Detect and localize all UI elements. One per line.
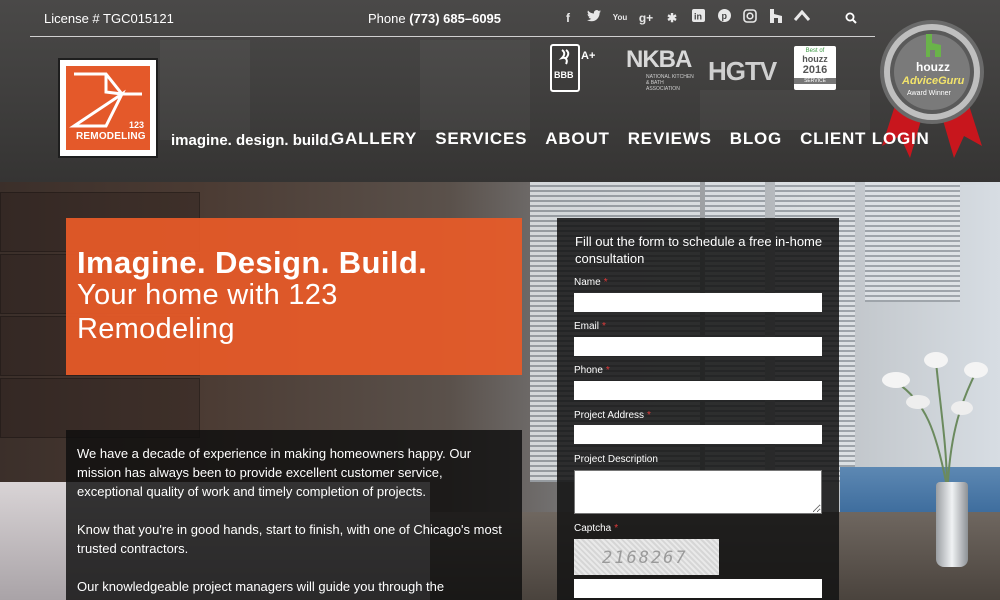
tagline: imagine. design. build. bbox=[171, 132, 333, 149]
bbb-rating: A+ bbox=[581, 50, 596, 62]
facebook-icon[interactable]: f bbox=[558, 9, 578, 27]
instagram-icon[interactable] bbox=[740, 9, 760, 27]
flower-decoration bbox=[882, 352, 988, 482]
nav-services[interactable]: SERVICES bbox=[435, 129, 527, 149]
hero-headline-box: Imagine. Design. Build. Your home with 1… bbox=[66, 218, 522, 375]
award-title: AdviceGuru bbox=[902, 75, 965, 87]
required-mark: * bbox=[603, 277, 608, 288]
project-address-label: Project Address * bbox=[574, 410, 651, 421]
required-mark: * bbox=[614, 523, 619, 534]
captcha-label-text: Captcha bbox=[574, 523, 612, 534]
project-address-field[interactable] bbox=[574, 425, 822, 444]
nkba-logo[interactable]: NKBA bbox=[626, 46, 692, 74]
svg-text:p: p bbox=[721, 11, 727, 21]
project-description-field[interactable] bbox=[574, 470, 822, 514]
nav-about[interactable]: ABOUT bbox=[545, 129, 609, 149]
form-intro: Fill out the form to schedule a free in-… bbox=[575, 234, 823, 266]
name-label-text: Name bbox=[574, 277, 601, 288]
email-field[interactable] bbox=[574, 337, 822, 356]
award-subtitle: Award Winner bbox=[907, 90, 951, 97]
hero-headline: Imagine. Design. Build. bbox=[77, 245, 428, 280]
pinterest-icon[interactable]: p bbox=[714, 9, 734, 27]
captcha-label: Captcha * bbox=[574, 523, 618, 534]
houzz-service-label: SERVICE bbox=[794, 78, 836, 84]
phone-number[interactable]: (773) 685–6095 bbox=[409, 11, 501, 26]
top-bar: License # TGC015121 Phone (773) 685–6095… bbox=[30, 0, 875, 37]
linkedin-icon[interactable]: in bbox=[688, 9, 708, 27]
phone-info[interactable]: Phone (773) 685–6095 bbox=[368, 11, 501, 26]
hero-subheadline: Your home with 123 Remodeling bbox=[77, 279, 338, 345]
background-vase bbox=[936, 482, 968, 567]
bbb-badge[interactable]: BBB bbox=[550, 44, 580, 92]
about-intro-box: We have a decade of experience in making… bbox=[66, 430, 522, 600]
required-mark: * bbox=[647, 410, 651, 421]
license-number: License # TGC015121 bbox=[44, 11, 174, 26]
required-mark: * bbox=[602, 321, 606, 332]
phone-label: Phone bbox=[368, 11, 406, 26]
yelp-icon[interactable]: ✱ bbox=[662, 9, 682, 27]
houzz-brand-label: houzz bbox=[802, 54, 828, 64]
bbb-text: BBB bbox=[554, 70, 574, 80]
award-brand: houzz bbox=[916, 60, 950, 74]
hero-section: Imagine. Design. Build. Your home with 1… bbox=[0, 182, 1000, 600]
name-label: Name * bbox=[574, 277, 608, 288]
project-address-label-text: Project Address bbox=[574, 410, 645, 421]
houzz-best-of-badge[interactable]: Best of houzz 2016 SERVICE bbox=[794, 46, 836, 90]
site-header: License # TGC015121 Phone (773) 685–6095… bbox=[0, 0, 1000, 182]
nkba-subtitle: NATIONAL KITCHEN & BATH ASSOCIATION bbox=[646, 74, 694, 92]
nav-reviews[interactable]: REVIEWS bbox=[628, 129, 712, 149]
captcha-image: 2168267 bbox=[574, 539, 719, 575]
svg-text:in: in bbox=[694, 12, 702, 22]
google-plus-icon[interactable]: g+ bbox=[636, 9, 656, 27]
project-description-label: Project Description bbox=[574, 454, 658, 465]
company-logo[interactable]: 123 REMODELING bbox=[60, 60, 156, 156]
email-label: Email * bbox=[574, 321, 606, 332]
houzz-icon[interactable] bbox=[766, 9, 786, 27]
search-icon[interactable] bbox=[845, 11, 859, 25]
logo-name: REMODELING bbox=[76, 131, 146, 142]
about-paragraph-2: Know that you're in good hands, start to… bbox=[77, 522, 502, 556]
consultation-form: Fill out the form to schedule a free in-… bbox=[557, 218, 839, 600]
background-window-blinds bbox=[865, 182, 960, 302]
main-nav: GALLERY SERVICES ABOUT REVIEWS BLOG CLIE… bbox=[331, 129, 930, 149]
nav-gallery[interactable]: GALLERY bbox=[331, 129, 417, 149]
required-mark: * bbox=[605, 365, 610, 376]
angies-list-icon[interactable] bbox=[792, 9, 812, 27]
about-paragraph-1: We have a decade of experience in making… bbox=[77, 446, 472, 499]
phone-label-text: Phone bbox=[574, 365, 603, 376]
twitter-icon[interactable] bbox=[584, 9, 604, 27]
logo-number: 123 bbox=[128, 120, 144, 130]
houzz-year-label: 2016 bbox=[802, 64, 828, 76]
logo-mark: 123 REMODELING bbox=[66, 66, 150, 150]
phone-field[interactable] bbox=[574, 381, 822, 400]
email-label-text: Email bbox=[574, 321, 600, 332]
background-wall-panel bbox=[0, 378, 200, 438]
about-paragraph-3: Our knowledgeable project managers will … bbox=[77, 579, 445, 600]
name-field[interactable] bbox=[574, 293, 822, 312]
hgtv-logo[interactable]: HGTV bbox=[708, 56, 777, 87]
nav-blog[interactable]: BLOG bbox=[730, 129, 782, 149]
social-links: f You g+ ✱ in p bbox=[558, 9, 812, 27]
nav-client-login[interactable]: CLIENT LOGIN bbox=[800, 129, 930, 149]
captcha-field[interactable] bbox=[574, 579, 822, 598]
phone-label: Phone * bbox=[574, 365, 610, 376]
youtube-icon[interactable]: You bbox=[610, 9, 630, 27]
